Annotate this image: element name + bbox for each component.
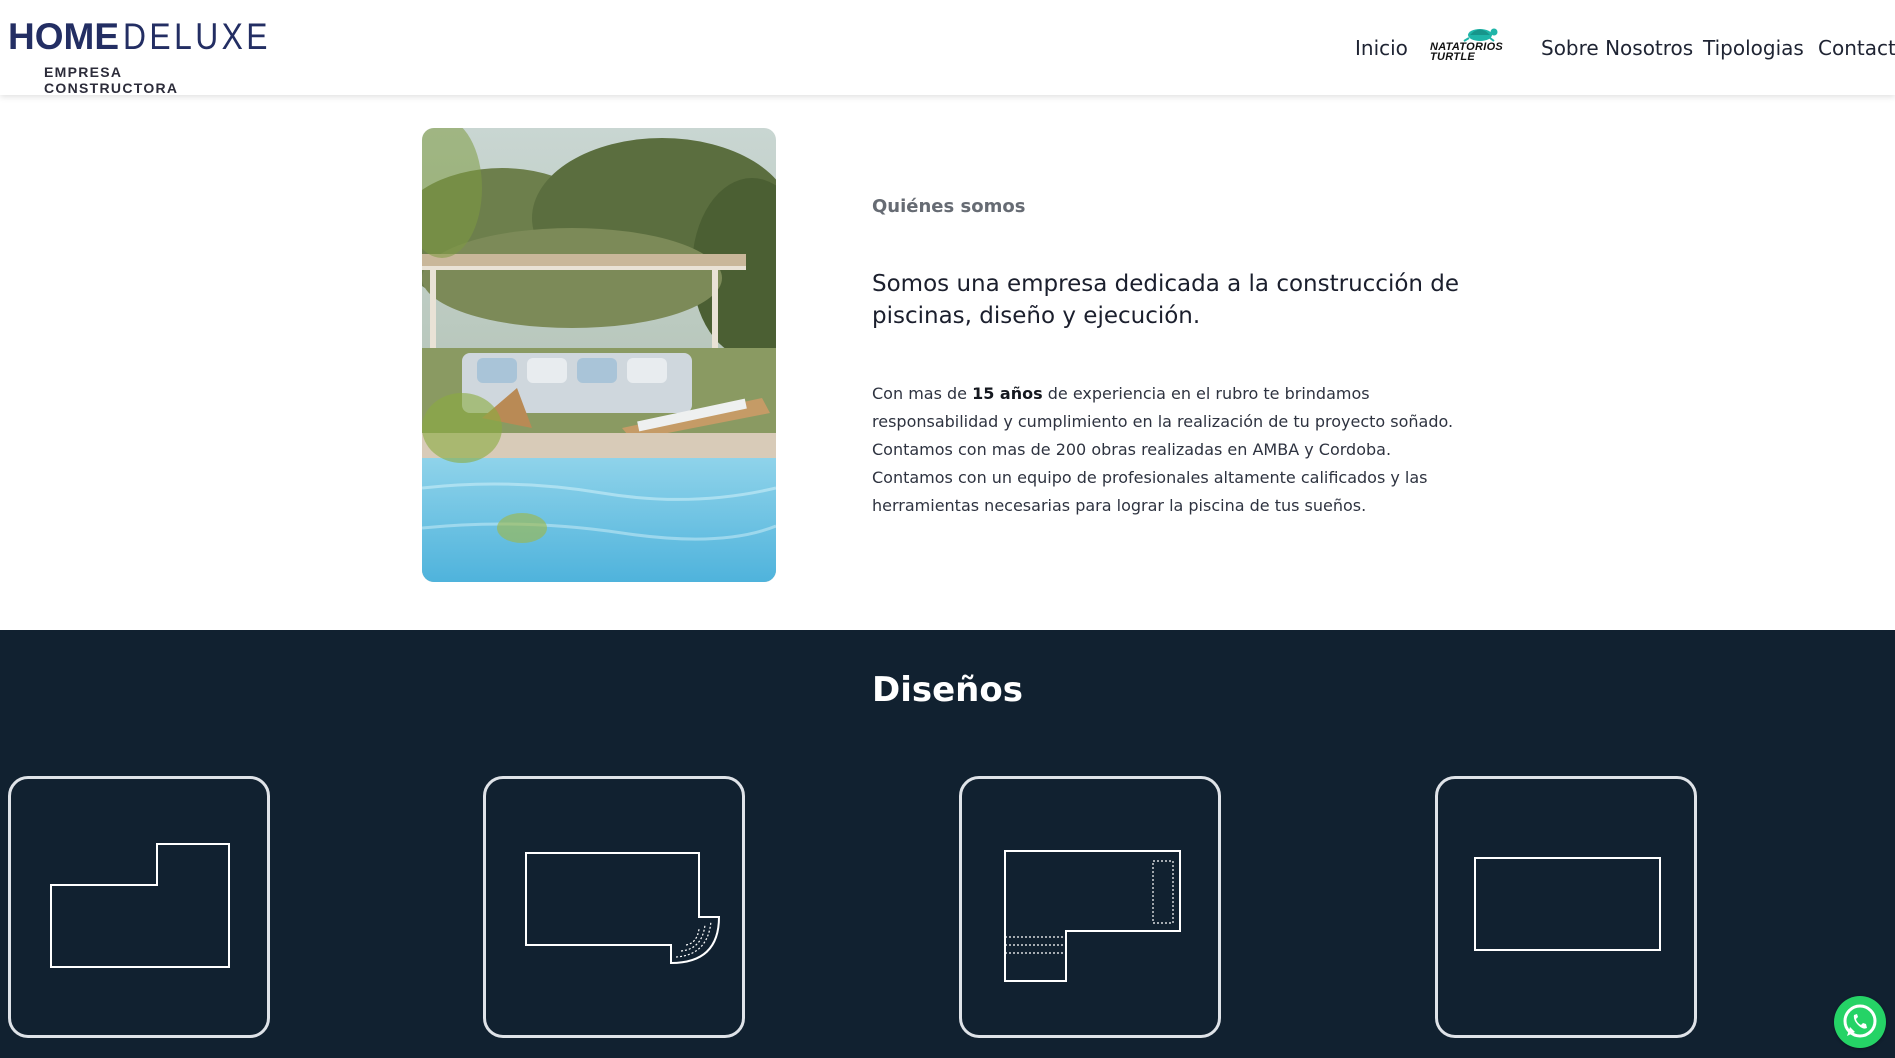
designs-section: Diseños bbox=[0, 630, 1895, 1058]
about-body-highlight: 15 años bbox=[972, 384, 1043, 403]
pool-with-pergola-photo bbox=[422, 128, 776, 582]
about-body-post: de experiencia en el rubro te brindamos … bbox=[872, 384, 1454, 515]
main-nav: Inicio NATATORIOS TURTLE Sobre Nosotros … bbox=[1340, 0, 1895, 95]
brand-wordmark: HOME DELUXE bbox=[8, 16, 268, 57]
nav-item-tipologias[interactable]: Tipologias bbox=[1703, 36, 1804, 60]
partner-logo-text: NATATORIOS TURTLE bbox=[1430, 42, 1503, 63]
designs-title: Diseños bbox=[872, 670, 1023, 710]
partner-logo-line2: TURTLE bbox=[1430, 51, 1475, 63]
brand-name-light: DELUXE bbox=[123, 16, 271, 57]
design-card-rectangle-steps[interactable] bbox=[483, 776, 745, 1038]
whatsapp-button[interactable] bbox=[1834, 996, 1886, 1048]
design-card-l-shape-bench[interactable] bbox=[959, 776, 1221, 1038]
l-shape-pool-icon bbox=[50, 843, 230, 968]
whatsapp-icon bbox=[1843, 1004, 1877, 1038]
l-shape-pool-with-bench-icon bbox=[1004, 850, 1181, 982]
design-card-rectangle[interactable] bbox=[1435, 776, 1697, 1038]
rectangle-pool-icon bbox=[1474, 857, 1661, 951]
rectangle-pool-with-rounded-steps-icon bbox=[525, 852, 721, 965]
nav-item-sobre-nosotros[interactable]: Sobre Nosotros bbox=[1541, 36, 1693, 60]
brand-logo[interactable]: HOME DELUXE EMPRESA CONSTRUCTORA bbox=[8, 16, 268, 96]
about-body: Con mas de 15 años de experiencia en el … bbox=[872, 380, 1472, 520]
about-body-pre: Con mas de bbox=[872, 384, 973, 403]
about-eyebrow: Quiénes somos bbox=[872, 196, 1026, 217]
natatorios-turtle-logo[interactable]: NATATORIOS TURTLE bbox=[1430, 24, 1512, 70]
about-heading: Somos una empresa dedicada a la construc… bbox=[872, 271, 1460, 329]
brand-name-bold: HOME bbox=[8, 16, 119, 57]
turtle-icon bbox=[1463, 28, 1498, 42]
brand-tagline: EMPRESA CONSTRUCTORA bbox=[44, 64, 179, 96]
nav-item-inicio[interactable]: Inicio bbox=[1355, 36, 1408, 60]
nav-item-contacto[interactable]: Contacto bbox=[1818, 36, 1895, 60]
design-card-l-shape[interactable] bbox=[8, 776, 270, 1038]
site-header: HOME DELUXE EMPRESA CONSTRUCTORA Inicio … bbox=[0, 0, 1895, 96]
